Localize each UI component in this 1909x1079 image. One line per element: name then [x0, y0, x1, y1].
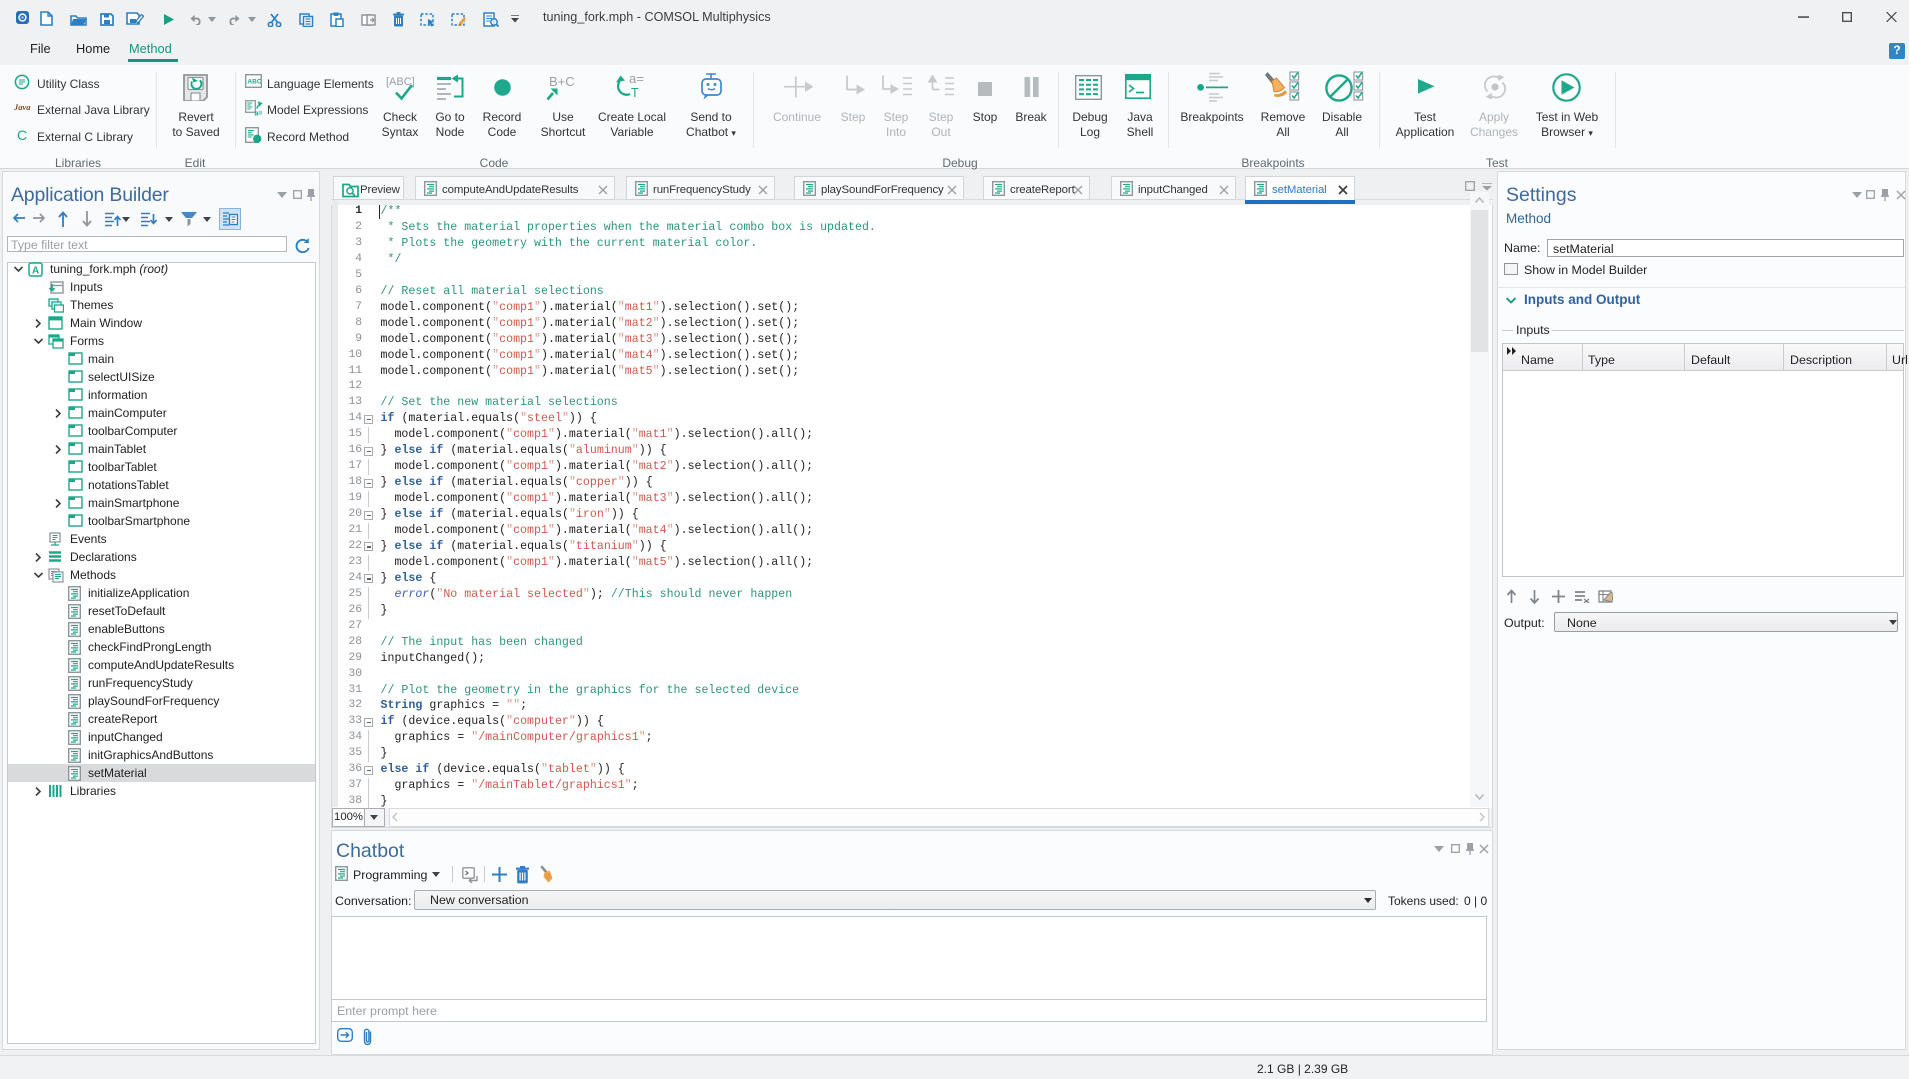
svg-text:B+C: B+C: [549, 74, 575, 89]
svg-text:C: C: [17, 127, 27, 142]
svg-text:a=: a=: [255, 111, 263, 117]
svg-text:a=: a=: [629, 72, 644, 86]
svg-text:T: T: [631, 86, 639, 100]
svg-text:A: A: [32, 266, 39, 277]
svg-text:Java: Java: [14, 102, 31, 112]
svg-text:ABC: ABC: [247, 79, 262, 86]
